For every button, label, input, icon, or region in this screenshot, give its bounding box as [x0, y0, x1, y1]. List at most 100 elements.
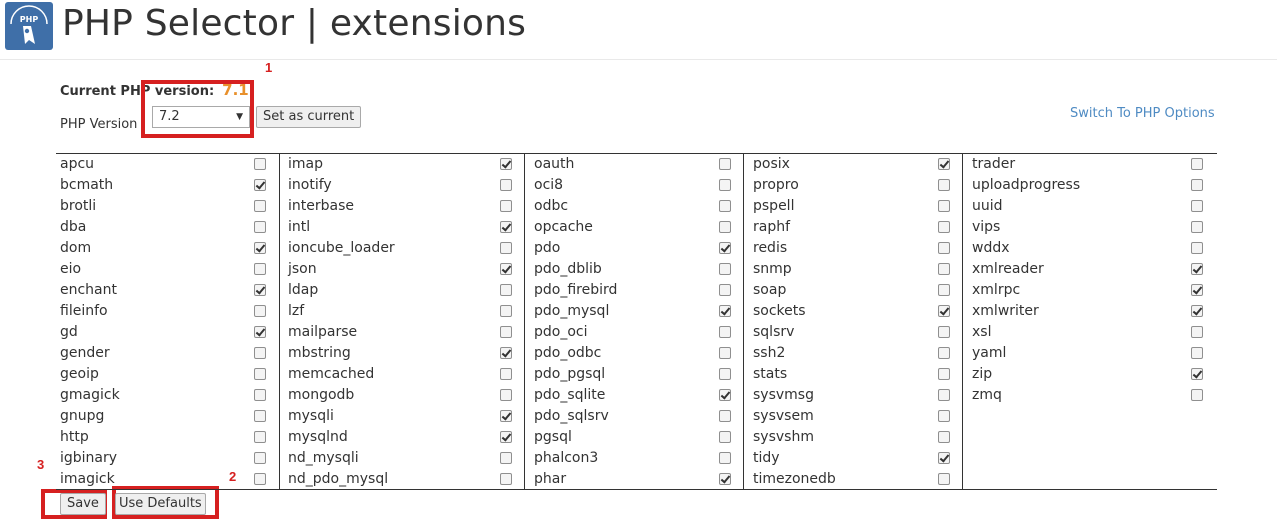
extension-checkbox[interactable]: [254, 431, 266, 443]
extension-name: mysqli: [288, 408, 334, 424]
extension-checkbox[interactable]: [719, 221, 731, 233]
extension-checkbox[interactable]: [938, 326, 950, 338]
extension-checkbox[interactable]: [938, 368, 950, 380]
extension-checkbox[interactable]: [719, 158, 731, 170]
extension-checkbox[interactable]: [719, 200, 731, 212]
extension-checkbox[interactable]: [938, 158, 950, 170]
extension-row: oci8: [530, 175, 743, 196]
extension-checkbox[interactable]: [254, 158, 266, 170]
extension-checkbox[interactable]: [254, 242, 266, 254]
extension-checkbox[interactable]: [254, 452, 266, 464]
extension-checkbox[interactable]: [938, 179, 950, 191]
extension-checkbox[interactable]: [254, 410, 266, 422]
extension-checkbox[interactable]: [1191, 389, 1203, 401]
extension-checkbox[interactable]: [1191, 347, 1203, 359]
extension-checkbox[interactable]: [500, 179, 512, 191]
extension-name: sysvsem: [753, 408, 814, 424]
use-defaults-button[interactable]: Use Defaults: [115, 493, 206, 515]
extension-checkbox[interactable]: [254, 389, 266, 401]
extension-checkbox[interactable]: [500, 200, 512, 212]
extension-checkbox[interactable]: [500, 305, 512, 317]
extension-row: gender: [56, 343, 279, 364]
extension-checkbox[interactable]: [254, 473, 266, 485]
extension-name: memcached: [288, 366, 375, 382]
extension-checkbox[interactable]: [500, 452, 512, 464]
extension-checkbox[interactable]: [938, 200, 950, 212]
extension-checkbox[interactable]: [500, 158, 512, 170]
extension-checkbox[interactable]: [1191, 242, 1203, 254]
extension-checkbox[interactable]: [719, 284, 731, 296]
extension-checkbox[interactable]: [254, 305, 266, 317]
extension-checkbox[interactable]: [719, 410, 731, 422]
extension-checkbox[interactable]: [1191, 200, 1203, 212]
extension-name: timezonedb: [753, 471, 836, 487]
extension-checkbox[interactable]: [938, 389, 950, 401]
save-button[interactable]: Save: [60, 493, 106, 515]
extension-checkbox[interactable]: [719, 389, 731, 401]
extension-checkbox[interactable]: [500, 221, 512, 233]
extension-name: wddx: [972, 240, 1010, 256]
extension-checkbox[interactable]: [254, 221, 266, 233]
extension-checkbox[interactable]: [719, 242, 731, 254]
extension-checkbox[interactable]: [719, 473, 731, 485]
extension-checkbox[interactable]: [500, 326, 512, 338]
extension-checkbox[interactable]: [500, 284, 512, 296]
extension-name: posix: [753, 156, 790, 172]
extension-checkbox[interactable]: [254, 326, 266, 338]
extension-checkbox[interactable]: [938, 410, 950, 422]
extension-checkbox[interactable]: [719, 347, 731, 359]
extension-checkbox[interactable]: [938, 242, 950, 254]
extension-checkbox[interactable]: [254, 368, 266, 380]
extension-row: propro: [749, 175, 962, 196]
extension-checkbox[interactable]: [254, 200, 266, 212]
extension-checkbox[interactable]: [1191, 326, 1203, 338]
extension-checkbox[interactable]: [1191, 221, 1203, 233]
extension-checkbox[interactable]: [500, 242, 512, 254]
extension-checkbox[interactable]: [500, 410, 512, 422]
extension-checkbox[interactable]: [938, 452, 950, 464]
switch-to-php-options-link[interactable]: Switch To PHP Options: [1070, 105, 1215, 123]
extension-checkbox[interactable]: [719, 305, 731, 317]
extension-checkbox[interactable]: [500, 431, 512, 443]
extension-row: pdo_odbc: [530, 343, 743, 364]
extension-checkbox[interactable]: [1191, 179, 1203, 191]
extension-checkbox[interactable]: [938, 431, 950, 443]
extension-checkbox[interactable]: [500, 263, 512, 275]
extension-checkbox[interactable]: [938, 347, 950, 359]
extension-checkbox[interactable]: [938, 284, 950, 296]
extension-checkbox[interactable]: [938, 473, 950, 485]
extension-checkbox[interactable]: [1191, 284, 1203, 296]
extension-checkbox[interactable]: [500, 368, 512, 380]
extension-name: pdo: [534, 240, 561, 256]
extension-row: eio: [56, 259, 279, 280]
extension-checkbox[interactable]: [1191, 368, 1203, 380]
extension-checkbox[interactable]: [500, 389, 512, 401]
extension-checkbox[interactable]: [938, 221, 950, 233]
extension-checkbox[interactable]: [1191, 263, 1203, 275]
extension-checkbox[interactable]: [254, 263, 266, 275]
extension-checkbox[interactable]: [938, 263, 950, 275]
extension-name: uuid: [972, 198, 1003, 214]
extension-row: pdo_oci: [530, 322, 743, 343]
extension-checkbox[interactable]: [719, 179, 731, 191]
extension-checkbox[interactable]: [1191, 305, 1203, 317]
extension-row: imagick: [56, 469, 279, 490]
extension-row: memcached: [284, 364, 524, 385]
extension-row: zip: [968, 364, 1217, 385]
extension-checkbox[interactable]: [500, 473, 512, 485]
extension-row: yaml: [968, 343, 1217, 364]
extension-checkbox[interactable]: [719, 431, 731, 443]
extension-name: yaml: [972, 345, 1007, 361]
extension-checkbox[interactable]: [500, 347, 512, 359]
extension-checkbox[interactable]: [254, 284, 266, 296]
extension-checkbox[interactable]: [719, 263, 731, 275]
set-as-current-button[interactable]: Set as current: [256, 106, 362, 128]
extension-checkbox[interactable]: [938, 305, 950, 317]
extension-checkbox[interactable]: [254, 179, 266, 191]
extension-checkbox[interactable]: [719, 326, 731, 338]
extension-checkbox[interactable]: [1191, 158, 1203, 170]
extension-checkbox[interactable]: [719, 452, 731, 464]
extension-checkbox[interactable]: [254, 347, 266, 359]
extension-row: wddx: [968, 238, 1217, 259]
extension-checkbox[interactable]: [719, 368, 731, 380]
